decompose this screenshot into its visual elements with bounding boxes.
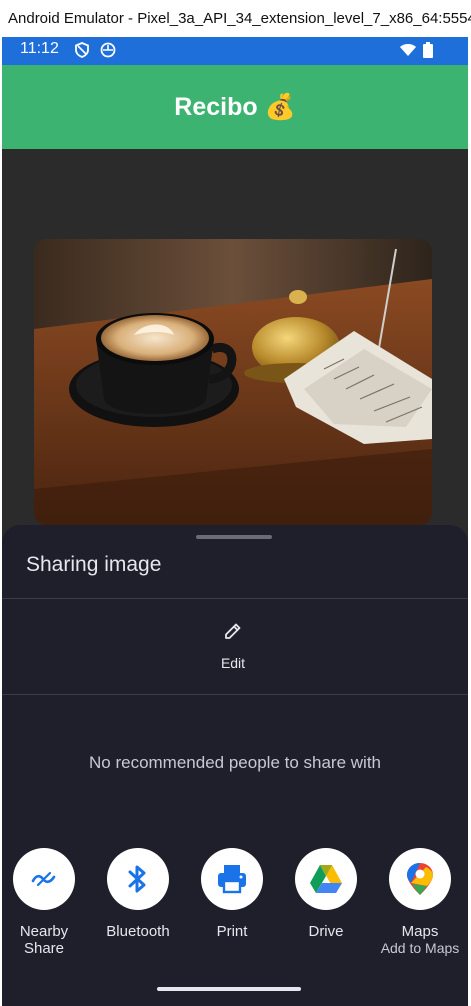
- status-time: 11:12: [20, 40, 59, 57]
- edit-button[interactable]: Edit: [198, 617, 268, 677]
- share-target-label: Drive: [308, 923, 344, 940]
- google-drive-icon: [310, 865, 342, 893]
- pencil-icon: [225, 623, 241, 639]
- circle-app-icon: [100, 42, 116, 58]
- emulator-window-title: Android Emulator - Pixel_3a_API_34_exten…: [0, 0, 471, 37]
- share-target-icon-circle: [295, 848, 357, 910]
- phone-screen: 11:12 Recibo 💰 Sharing image Edit No rec…: [2, 37, 468, 1006]
- battery-icon: [423, 42, 433, 58]
- share-target-icon-circle: [389, 848, 451, 910]
- edit-label: Edit: [220, 655, 246, 671]
- share-sheet: Sharing image Edit No recommended people…: [2, 525, 468, 1006]
- share-target-label: Bluetooth: [106, 923, 170, 940]
- printer-icon: [218, 865, 246, 894]
- share-target-nearby-share[interactable]: Nearby Share: [2, 848, 91, 957]
- share-target-label: Maps: [401, 923, 439, 940]
- share-target-label: Nearby Share: [19, 923, 69, 957]
- shield-icon: [75, 42, 89, 58]
- share-target-print[interactable]: Print: [185, 848, 279, 940]
- divider: [2, 694, 468, 695]
- share-target-drive[interactable]: Drive: [279, 848, 373, 940]
- receipt-photo: [34, 239, 432, 525]
- share-target-sublabel: Add to Maps: [380, 940, 460, 956]
- status-bar: 11:12: [2, 37, 468, 65]
- share-sheet-title: Sharing image: [26, 553, 162, 576]
- drag-handle[interactable]: [196, 535, 272, 539]
- no-recommendations-text: No recommended people to share with: [89, 753, 381, 772]
- divider: [2, 598, 468, 599]
- share-target-icon-circle: [13, 848, 75, 910]
- share-target-icon-circle: [201, 848, 263, 910]
- share-target-maps[interactable]: Maps Add to Maps: [373, 848, 467, 957]
- app-bar: Recibo 💰: [2, 65, 468, 149]
- app-title: Recibo 💰: [174, 93, 296, 121]
- share-target-label: Print: [216, 923, 248, 940]
- google-maps-icon: [407, 863, 433, 895]
- gesture-nav-bar[interactable]: [157, 987, 301, 991]
- wifi-icon: [400, 44, 416, 56]
- bluetooth-icon: [128, 865, 146, 893]
- share-target-icon-circle: [107, 848, 169, 910]
- nearby-share-icon: [31, 871, 56, 887]
- share-target-bluetooth[interactable]: Bluetooth: [91, 848, 185, 940]
